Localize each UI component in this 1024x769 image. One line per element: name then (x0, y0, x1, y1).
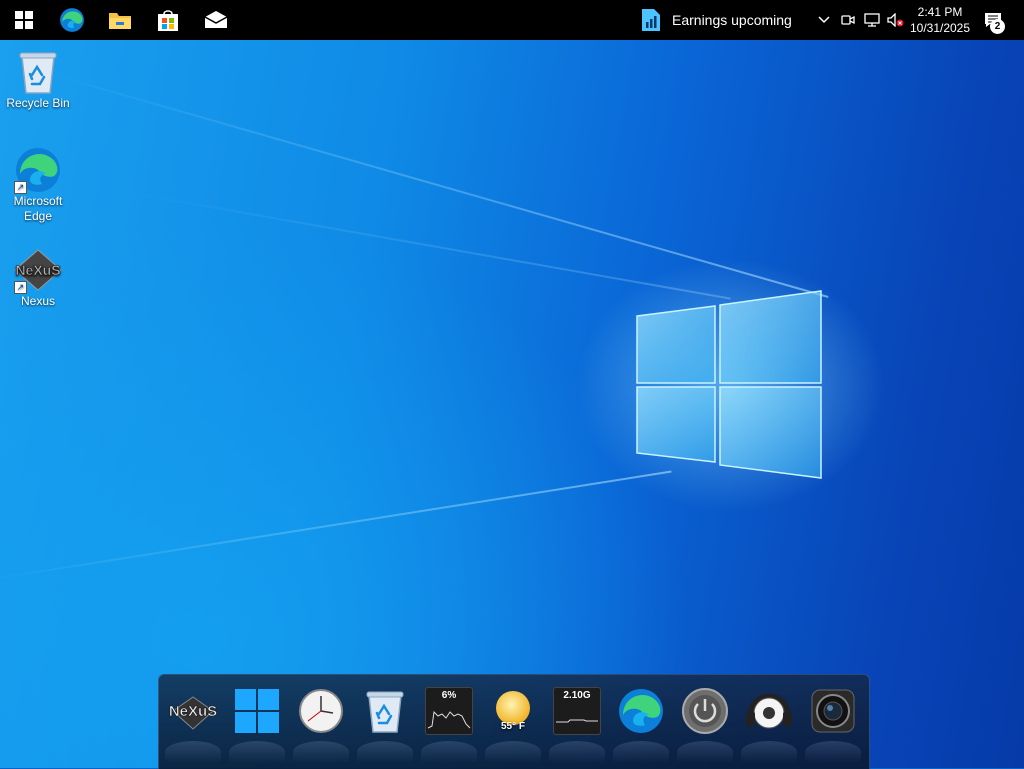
taskbar: Earnings upcoming 2:41 PM 10/31/2025 2 (0, 0, 1024, 40)
meet-now-icon[interactable] (836, 0, 860, 40)
clock-time: 2:41 PM (917, 5, 963, 19)
dock-reflection (165, 741, 221, 763)
dock-item-memory-meter[interactable]: 2.10G (549, 683, 605, 739)
dock-item-windows[interactable] (229, 683, 285, 739)
notification-count-badge: 2 (990, 19, 1005, 34)
dock-reflection (229, 741, 285, 763)
camera-lens-icon (811, 689, 855, 733)
dock-reflection (357, 741, 413, 763)
weather-temperature: 55° F (500, 721, 525, 732)
dock-reflection (677, 741, 733, 763)
dock-reflection (421, 741, 477, 763)
desktop-icon-label: Microsoft Edge (13, 194, 63, 223)
dock-item-power[interactable] (677, 683, 733, 739)
memory-meter-value: 2.10G (563, 690, 591, 701)
system-tray (812, 0, 908, 40)
folder-icon (109, 13, 131, 29)
recycle-bin-icon (12, 48, 64, 96)
dock-reflection (741, 741, 797, 763)
cpu-meter-icon: 6% (425, 687, 473, 735)
dock-reflection (549, 741, 605, 763)
desktop-wallpaper: Recycle Bin ↗ Microsoft Edge NeXuS ↗ Nex… (0, 40, 1024, 768)
news-widget-text: Earnings upcoming (672, 12, 792, 28)
dock-item-cpu-meter[interactable]: 6% (421, 683, 477, 739)
stock-chart-icon (636, 8, 666, 32)
chevron-up-icon[interactable] (812, 0, 836, 40)
dock-item-nexus[interactable]: NeXuS (165, 683, 221, 739)
dock-item-edge[interactable] (613, 683, 669, 739)
svg-text:NeXuS: NeXuS (169, 703, 217, 720)
dock-reflection (805, 741, 861, 763)
network-disconnected-icon[interactable] (860, 0, 884, 40)
store-taskbar-button[interactable] (144, 0, 192, 40)
windows-wallpaper-logo-icon (636, 290, 822, 479)
windows-logo-icon (235, 689, 279, 733)
dock-item-recycle-bin[interactable] (357, 683, 413, 739)
dock-item-camera[interactable] (805, 683, 861, 739)
dock-item-clock[interactable] (293, 683, 349, 739)
dock-item-music-player[interactable] (741, 683, 797, 739)
news-widget[interactable]: Earnings upcoming (636, 0, 792, 40)
desktop-icon-label: Nexus (20, 294, 55, 308)
headphones-icon (746, 693, 792, 729)
dock-reflection (613, 741, 669, 763)
clock-date: 10/31/2025 (909, 21, 971, 35)
edge-taskbar-button[interactable] (48, 0, 96, 40)
cpu-meter-value: 6% (441, 690, 457, 701)
shortcut-arrow-icon: ↗ (14, 281, 27, 294)
edge-icon (60, 8, 84, 32)
desktop-icon-recycle-bin[interactable]: Recycle Bin (0, 48, 76, 111)
edge-icon: ↗ (12, 146, 64, 194)
clock-icon (299, 689, 343, 733)
dock-reflection (293, 741, 349, 763)
taskbar-clock[interactable]: 2:41 PM 10/31/2025 (904, 0, 976, 40)
desktop-icon-nexus[interactable]: NeXuS ↗ Nexus (0, 246, 76, 309)
start-button[interactable] (0, 0, 48, 40)
nexus-dock: NeXuS 6% 55° F 2.10G (158, 674, 870, 769)
memory-meter-icon: 2.10G (553, 687, 601, 735)
nexus-icon: NeXuS (169, 696, 217, 730)
windows-logo-icon (15, 11, 33, 29)
shortcut-arrow-icon: ↗ (14, 181, 27, 194)
mail-taskbar-button[interactable] (192, 0, 240, 40)
recycle-bin-icon (366, 691, 404, 733)
svg-text:NeXuS: NeXuS (15, 262, 60, 278)
file-explorer-taskbar-button[interactable] (96, 0, 144, 40)
dock-item-weather[interactable]: 55° F (485, 683, 541, 739)
desktop-icon-label: Recycle Bin (6, 96, 70, 110)
mail-icon (204, 11, 228, 28)
edge-icon (619, 689, 663, 733)
dock-reflection (485, 741, 541, 763)
nexus-icon: NeXuS ↗ (12, 246, 64, 294)
store-bag-icon (158, 10, 178, 31)
desktop-icon-microsoft-edge[interactable]: ↗ Microsoft Edge (0, 146, 76, 224)
power-icon (682, 688, 728, 734)
